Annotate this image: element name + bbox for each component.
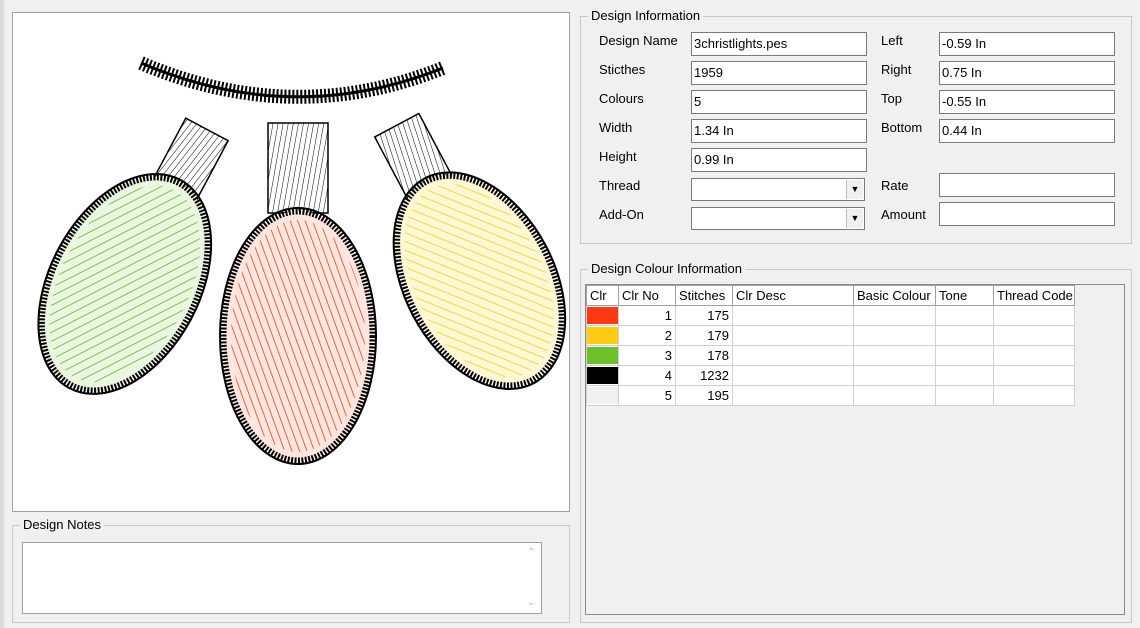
stitches-field[interactable]: 1959 [691, 61, 867, 85]
thread-code-cell[interactable] [993, 365, 1075, 386]
top-label: Top [881, 91, 902, 106]
colour-table: Clr Clr No Stitches Clr Desc Basic Colou… [586, 285, 1075, 406]
table-row[interactable]: 2 179 [586, 325, 1075, 346]
column-header-clr[interactable]: Clr [586, 285, 619, 306]
clr-no-cell[interactable]: 2 [618, 325, 676, 346]
rate-field[interactable] [939, 173, 1115, 197]
stitches-cell[interactable]: 175 [675, 305, 733, 326]
notes-scrollbar[interactable]: ⌃ ⌄ [524, 543, 541, 613]
colour-swatch-fill [587, 347, 618, 364]
addon-label: Add-On [599, 207, 644, 222]
clr-no-cell[interactable]: 1 [618, 305, 676, 326]
stitches-cell[interactable]: 179 [675, 325, 733, 346]
height-field[interactable]: 0.99 In [691, 148, 867, 172]
table-header-row: Clr Clr No Stitches Clr Desc Basic Colou… [586, 285, 1075, 306]
top-field[interactable]: -0.55 In [939, 90, 1115, 114]
bottom-field[interactable]: 0.44 In [939, 119, 1115, 143]
width-label: Width [599, 120, 633, 135]
embroidery-design-image [37, 56, 567, 465]
colour-swatch-fill [587, 367, 618, 384]
colour-table-body: 1 175 2 179 3 178 4 1232 5 195 [586, 305, 1075, 406]
clr-desc-cell[interactable] [732, 325, 854, 346]
thread-code-cell[interactable] [993, 305, 1075, 326]
column-header-clr-no[interactable]: Clr No [618, 285, 676, 306]
basic-colour-cell[interactable] [853, 305, 936, 326]
thread-select-value [692, 182, 695, 197]
thread-label: Thread [599, 178, 641, 193]
design-information-legend: Design Information [588, 8, 704, 24]
colours-field[interactable]: 5 [691, 90, 867, 114]
basic-colour-cell[interactable] [853, 385, 936, 406]
bottom-label: Bottom [881, 120, 923, 135]
dropdown-arrow-icon[interactable]: ▼ [846, 209, 863, 228]
table-row[interactable]: 4 1232 [586, 365, 1075, 386]
basic-colour-cell[interactable] [853, 325, 936, 346]
colour-grid[interactable]: Clr Clr No Stitches Clr Desc Basic Colou… [585, 284, 1125, 615]
colour-swatch[interactable] [586, 325, 619, 346]
clr-desc-cell[interactable] [732, 365, 854, 386]
amount-field[interactable] [939, 202, 1115, 226]
design-notes-legend: Design Notes [20, 517, 105, 533]
table-row[interactable]: 5 195 [586, 385, 1075, 406]
table-row[interactable]: 1 175 [586, 305, 1075, 326]
right-label: Right [881, 62, 912, 77]
colour-swatch[interactable] [586, 345, 619, 366]
height-label: Height [599, 149, 637, 164]
column-header-clr-desc[interactable]: Clr Desc [732, 285, 854, 306]
tone-cell[interactable] [935, 325, 994, 346]
rate-label: Rate [881, 178, 909, 193]
stitches-cell[interactable]: 178 [675, 345, 733, 366]
clr-no-cell[interactable]: 4 [618, 365, 676, 386]
left-field[interactable]: -0.59 In [939, 32, 1115, 56]
design-name-label: Design Name [599, 33, 678, 48]
tone-cell[interactable] [935, 345, 994, 366]
clr-desc-cell[interactable] [732, 305, 854, 326]
column-header-stitches[interactable]: Stitches [675, 285, 733, 306]
addon-select[interactable]: ▼ [691, 207, 865, 230]
dropdown-arrow-icon[interactable]: ▼ [846, 180, 863, 199]
design-colour-information-legend: Design Colour Information [588, 261, 746, 277]
colour-swatch[interactable] [586, 385, 619, 406]
design-preview [12, 12, 570, 512]
clr-no-cell[interactable]: 3 [618, 345, 676, 366]
thread-code-cell[interactable] [993, 325, 1075, 346]
basic-colour-cell[interactable] [853, 345, 936, 366]
tone-cell[interactable] [935, 385, 994, 406]
width-field[interactable]: 1.34 In [691, 119, 867, 143]
column-header-thread-code[interactable]: Thread Code [993, 285, 1075, 306]
tone-cell[interactable] [935, 365, 994, 386]
addon-select-value [692, 211, 695, 226]
right-field[interactable]: 0.75 In [939, 61, 1115, 85]
stitches-cell[interactable]: 1232 [675, 365, 733, 386]
table-row[interactable]: 3 178 [586, 345, 1075, 366]
stitches-label: Sticthes [599, 62, 646, 77]
left-label: Left [881, 33, 903, 48]
colours-label: Colours [599, 91, 644, 106]
column-header-basic-colour[interactable]: Basic Colour [853, 285, 936, 306]
stitches-cell[interactable]: 195 [675, 385, 733, 406]
colour-swatch[interactable] [586, 305, 619, 326]
colour-swatch[interactable] [586, 365, 619, 386]
clr-desc-cell[interactable] [732, 385, 854, 406]
window-edge [0, 0, 4, 628]
chevron-up-icon[interactable]: ⌃ [527, 547, 535, 558]
clr-desc-cell[interactable] [732, 345, 854, 366]
thread-select[interactable]: ▼ [691, 178, 865, 201]
colour-swatch-fill [587, 307, 618, 324]
amount-label: Amount [881, 207, 926, 222]
column-header-tone[interactable]: Tone [935, 285, 994, 306]
clr-no-cell[interactable]: 5 [618, 385, 676, 406]
design-name-field[interactable]: 3christlights.pes [691, 32, 867, 56]
colour-swatch-fill [587, 387, 618, 404]
thread-code-cell[interactable] [993, 385, 1075, 406]
design-notes-textarea[interactable]: ⌃ ⌄ [22, 542, 542, 614]
basic-colour-cell[interactable] [853, 365, 936, 386]
colour-swatch-fill [587, 327, 618, 344]
tone-cell[interactable] [935, 305, 994, 326]
chevron-down-icon[interactable]: ⌄ [527, 597, 535, 608]
thread-code-cell[interactable] [993, 345, 1075, 366]
